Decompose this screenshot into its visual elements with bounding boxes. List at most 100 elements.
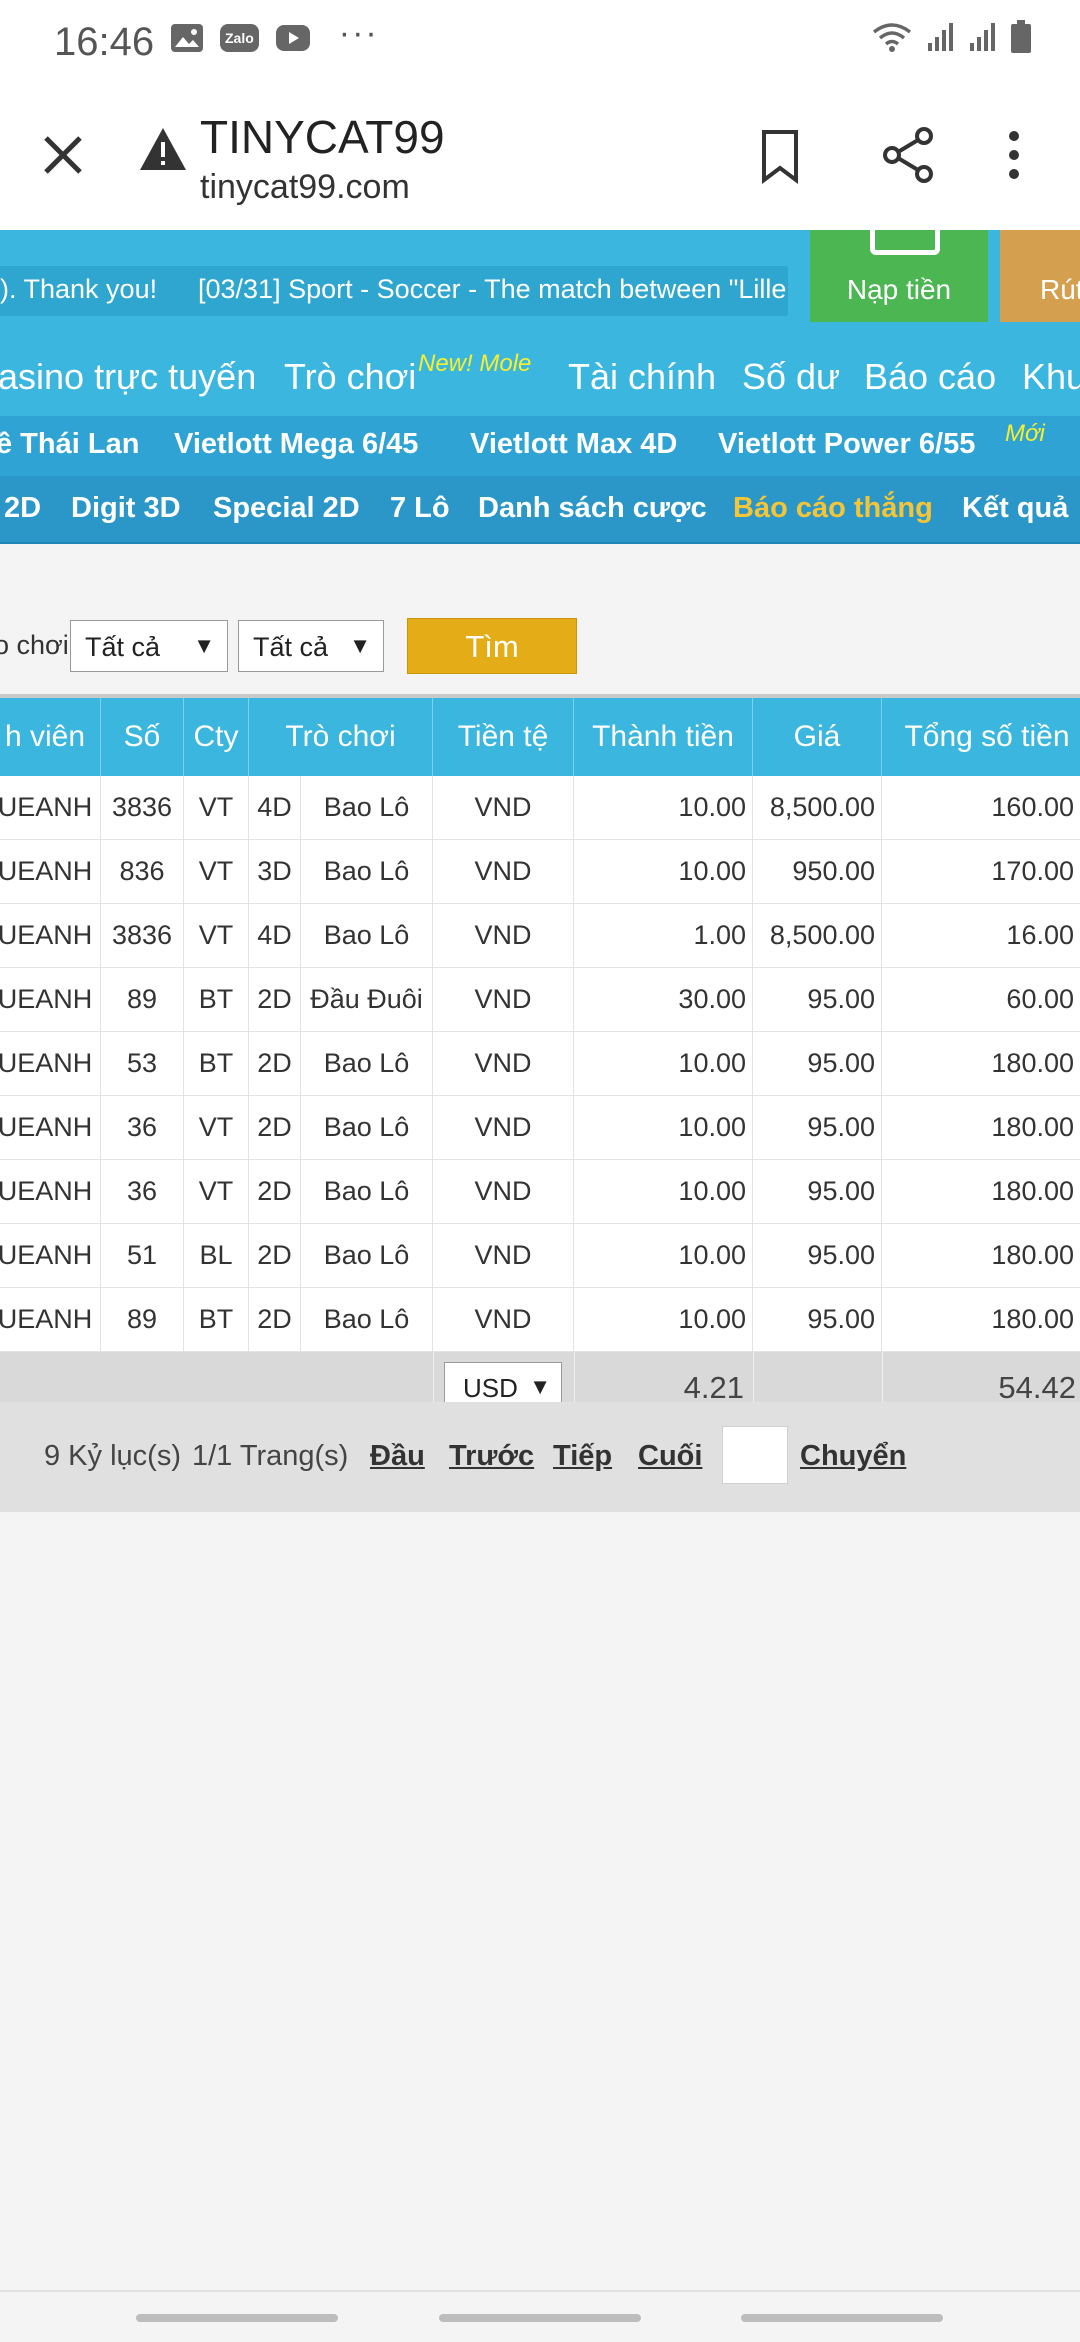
filter-select-2[interactable]: Tất cả ▼ bbox=[238, 620, 384, 672]
deposit-label: Nạp tiền bbox=[846, 274, 952, 305]
amount-cell: 1.00 bbox=[574, 904, 753, 967]
price-cell: 95.00 bbox=[753, 1032, 882, 1095]
filter-select-1[interactable]: Tất cả ▼ bbox=[70, 620, 228, 672]
nav-finance[interactable]: Tài chính bbox=[568, 356, 716, 398]
go-page-link[interactable]: Chuyển bbox=[800, 1440, 906, 1473]
nav-win-report[interactable]: Báo cáo thắng bbox=[733, 492, 933, 525]
dropdown-arrow-icon: ▼ bbox=[193, 633, 215, 658]
zalo-icon: Zalo bbox=[220, 23, 259, 52]
nav-digit3d[interactable]: Digit 3D bbox=[71, 492, 181, 525]
gallery-icon bbox=[170, 23, 204, 53]
pagination: 9 Kỷ lục(s) 1/1 Trang(s) Đầu Trước Tiếp … bbox=[0, 1402, 1080, 1512]
new-badge: Mới bbox=[1005, 420, 1045, 447]
prev-page-link[interactable]: Trước bbox=[449, 1440, 534, 1473]
search-button[interactable]: Tìm bbox=[407, 618, 577, 674]
col-price: Giá bbox=[753, 698, 882, 776]
amount-cell: 30.00 bbox=[574, 968, 753, 1031]
dropdown-arrow-icon: ▼ bbox=[349, 633, 371, 658]
first-page-link[interactable]: Đầu bbox=[370, 1440, 425, 1473]
table-row: UEANH 53 BT 2D Bao Lô VND 10.00 95.00 180.00 bbox=[0, 1032, 1080, 1096]
browser-toolbar: TINYCAT99 tinycat99.com bbox=[0, 84, 1080, 231]
withdraw-button[interactable]: Rút bbox=[1000, 230, 1080, 322]
nav-7lo[interactable]: 7 Lô bbox=[390, 492, 450, 525]
nav-vietlott-max4d[interactable]: Vietlott Max 4D bbox=[470, 428, 677, 461]
number-cell: 36 bbox=[101, 1096, 184, 1159]
nav-vietlott-mega[interactable]: Vietlott Mega 6/45 bbox=[174, 428, 418, 461]
company-cell: VT bbox=[184, 1160, 249, 1223]
type-cell: 2D bbox=[249, 1288, 301, 1351]
nav-more[interactable]: Khu bbox=[1022, 356, 1080, 398]
filter-label: o chơi bbox=[0, 630, 69, 660]
game-cell: Đầu Đuôi bbox=[301, 968, 433, 1031]
wifi-icon bbox=[870, 20, 914, 54]
table-row: UEANH 51 BL 2D Bao Lô VND 10.00 95.00 180.00 bbox=[0, 1224, 1080, 1288]
more-notifications-icon: ··· bbox=[338, 14, 379, 52]
home-handle[interactable] bbox=[439, 2314, 641, 2322]
nav-vietlott-power[interactable]: Vietlott Power 6/55 bbox=[718, 428, 975, 461]
price-cell: 8,500.00 bbox=[753, 904, 882, 967]
ticker-text: [03/31] Sport - Soccer - The match betwe… bbox=[198, 274, 787, 304]
number-cell: 89 bbox=[101, 968, 184, 1031]
signal-icon bbox=[968, 21, 998, 53]
back-handle[interactable] bbox=[741, 2314, 943, 2322]
table-row: UEANH 3836 VT 4D Bao Lô VND 10.00 8,500.00 160.0… bbox=[0, 776, 1080, 840]
recent-apps-handle[interactable] bbox=[136, 2314, 338, 2322]
amount-cell: 10.00 bbox=[574, 1096, 753, 1159]
nav-result[interactable]: Kết quả bbox=[962, 492, 1068, 525]
more-vert-icon[interactable] bbox=[1006, 130, 1022, 185]
news-ticker[interactable]: ). Thank you! [03/31] Sport - Soccer - T… bbox=[0, 266, 788, 316]
number-cell: 53 bbox=[101, 1032, 184, 1095]
number-cell: 36 bbox=[101, 1160, 184, 1223]
nav-games[interactable]: Trò chơi bbox=[284, 356, 416, 398]
type-cell: 2D bbox=[249, 968, 301, 1031]
signal-icon bbox=[926, 21, 956, 53]
number-cell: 51 bbox=[101, 1224, 184, 1287]
currency-cell: VND bbox=[433, 904, 574, 967]
nav-casino[interactable]: asino trực tuyến bbox=[0, 356, 256, 398]
ticker-text: ). Thank you! bbox=[0, 274, 158, 304]
close-icon[interactable] bbox=[38, 130, 88, 185]
withdraw-label: Rút bbox=[1040, 274, 1080, 305]
nav-bet-list[interactable]: Danh sách cược bbox=[478, 492, 707, 525]
col-total: Tổng số tiền bbox=[904, 720, 1070, 753]
type-cell: 4D bbox=[249, 776, 301, 839]
currency-cell: VND bbox=[433, 1288, 574, 1351]
battery-icon bbox=[1010, 20, 1032, 54]
select-value: Tất cả bbox=[253, 632, 329, 662]
col-member: h viên bbox=[0, 698, 101, 776]
table-row: UEANH 89 BT 2D Đầu Đuôi VND 30.00 95.00 60.00 bbox=[0, 968, 1080, 1032]
col-number: Số bbox=[101, 698, 184, 776]
col-currency: Tiền tệ bbox=[433, 698, 574, 776]
price-cell: 8,500.00 bbox=[753, 776, 882, 839]
page-number-input[interactable] bbox=[722, 1426, 788, 1484]
type-cell: 2D bbox=[249, 1224, 301, 1287]
currency-cell: VND bbox=[433, 1032, 574, 1095]
table-row: UEANH 36 VT 2D Bao Lô VND 10.00 95.00 180.00 bbox=[0, 1160, 1080, 1224]
warning-icon[interactable] bbox=[138, 126, 188, 177]
clock: 16:46 bbox=[54, 20, 155, 64]
table-row: UEANH 36 VT 2D Bao Lô VND 10.00 95.00 180.00 bbox=[0, 1096, 1080, 1160]
member-cell: UEANH bbox=[0, 1160, 101, 1223]
share-icon[interactable] bbox=[880, 126, 936, 189]
nav-2d[interactable]: 2D bbox=[4, 492, 41, 525]
currency-cell: VND bbox=[433, 968, 574, 1031]
game-cell: Bao Lô bbox=[301, 1032, 433, 1095]
next-page-link[interactable]: Tiếp bbox=[553, 1440, 612, 1473]
price-cell: 95.00 bbox=[753, 1096, 882, 1159]
company-cell: VT bbox=[184, 776, 249, 839]
page-url[interactable]: tinycat99.com bbox=[200, 168, 410, 207]
nav-report[interactable]: Báo cáo bbox=[864, 356, 996, 398]
bookmark-icon[interactable] bbox=[758, 128, 802, 189]
wallet-icon bbox=[870, 222, 940, 255]
nav-balance[interactable]: Số dư bbox=[742, 356, 840, 398]
deposit-button[interactable]: Nạp tiền bbox=[810, 222, 988, 322]
member-cell: UEANH bbox=[0, 968, 101, 1031]
select-value: Tất cả bbox=[85, 632, 161, 662]
nav-thai-lottery[interactable]: ề Thái Lan bbox=[0, 428, 139, 461]
game-cell: Bao Lô bbox=[301, 1288, 433, 1351]
table-row: UEANH 89 BT 2D Bao Lô VND 10.00 95.00 180.00 bbox=[0, 1288, 1080, 1352]
nav-special2d[interactable]: Special 2D bbox=[213, 492, 360, 525]
summary-amount: 4.21 bbox=[683, 1370, 744, 1405]
last-page-link[interactable]: Cuối bbox=[638, 1440, 702, 1473]
number-cell: 3836 bbox=[101, 776, 184, 839]
